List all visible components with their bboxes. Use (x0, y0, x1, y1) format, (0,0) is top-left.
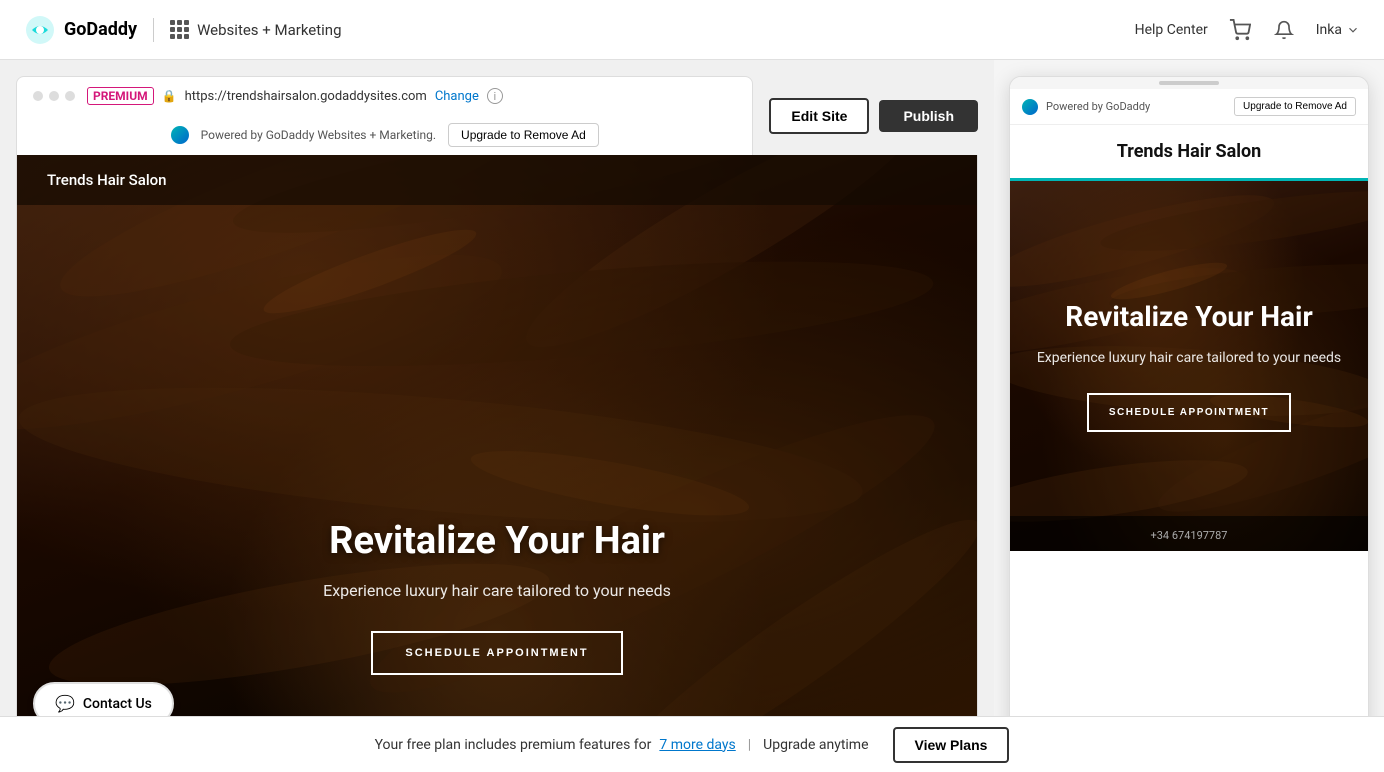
mobile-hero-title: Revitalize Your Hair (1065, 300, 1312, 334)
url-text: https://trendshairsalon.godaddysites.com (185, 89, 427, 104)
website-preview: Trends Hair Salon Revitalize Your Hair E… (16, 155, 978, 756)
mobile-frame: Powered by GoDaddy Upgrade to Remove Ad … (1009, 76, 1369, 756)
mobile-notch (1159, 81, 1219, 85)
info-icon[interactable]: i (487, 88, 503, 104)
logo-text: GoDaddy (64, 19, 137, 40)
edit-site-button[interactable]: Edit Site (769, 98, 869, 134)
premium-badge: PREMIUM (87, 87, 154, 105)
mobile-hero-subtitle: Experience luxury hair care tailored to … (1037, 348, 1341, 369)
browser-dot-yellow (49, 91, 59, 101)
banner-divider: | (748, 737, 751, 753)
godaddy-logo: GoDaddy (24, 14, 137, 46)
grid-icon (170, 20, 189, 39)
mobile-panel: Powered by GoDaddy Upgrade to Remove Ad … (994, 60, 1384, 772)
nav-divider (153, 18, 154, 42)
desktop-ad-bar: Powered by GoDaddy Websites + Marketing.… (16, 115, 753, 155)
user-menu[interactable]: Inka (1316, 22, 1360, 38)
mobile-phone-text: +34 674197787 (1151, 529, 1228, 542)
navbar-left: GoDaddy Websites + Marketing (24, 14, 342, 46)
navbar: GoDaddy Websites + Marketing Help Center (0, 0, 1384, 60)
navbar-right: Help Center Inka (1135, 18, 1360, 42)
mobile-site-header: Trends Hair Salon (1010, 125, 1368, 181)
browser-top-bar: PREMIUM 🔒 https://trendshairsalon.godadd… (16, 76, 753, 115)
site-nav-name: Trends Hair Salon (47, 171, 167, 189)
publish-button[interactable]: Publish (879, 100, 978, 132)
chat-icon: 💬 (55, 694, 75, 713)
app-name-label: Websites + Marketing (197, 21, 341, 39)
browser-dot-green (65, 91, 75, 101)
mobile-schedule-button[interactable]: SCHEDULE APPOINTMENT (1087, 393, 1291, 432)
mobile-upgrade-button[interactable]: Upgrade to Remove Ad (1234, 97, 1356, 116)
hero-content: Revitalize Your Hair Experience luxury h… (17, 519, 977, 675)
godaddy-logo-icon (24, 14, 56, 46)
site-hero: Trends Hair Salon Revitalize Your Hair E… (17, 155, 977, 755)
ad-bar-text: Powered by GoDaddy Websites + Marketing. (201, 128, 436, 142)
mobile-site-title: Trends Hair Salon (1026, 141, 1352, 162)
upgrade-remove-ad-button[interactable]: Upgrade to Remove Ad (448, 123, 599, 147)
chevron-down-icon (1346, 23, 1360, 37)
days-link[interactable]: 7 more days (659, 737, 735, 753)
mobile-ad-text: Powered by GoDaddy (1046, 100, 1150, 113)
browser-panel: PREMIUM 🔒 https://trendshairsalon.godadd… (0, 60, 994, 772)
hero-subtitle: Experience luxury hair care tailored to … (57, 579, 937, 603)
change-link[interactable]: Change (435, 89, 479, 104)
mobile-top-bar (1010, 77, 1368, 89)
site-nav-bar: Trends Hair Salon (17, 155, 977, 205)
mobile-ad-logo (1022, 99, 1038, 115)
browser-dot-red (33, 91, 43, 101)
help-center-link[interactable]: Help Center (1135, 22, 1208, 38)
banner-text: Your free plan includes premium features… (375, 737, 652, 753)
godaddy-ad-logo (171, 126, 189, 144)
browser-dots (33, 91, 75, 101)
hero-title: Revitalize Your Hair (57, 519, 937, 563)
schedule-appointment-button[interactable]: SCHEDULE APPOINTMENT (371, 631, 622, 675)
upgrade-anytime-text: Upgrade anytime (763, 737, 868, 753)
mobile-hero-content: Revitalize Your Hair Experience luxury h… (1010, 181, 1368, 551)
view-plans-button[interactable]: View Plans (893, 727, 1010, 763)
app-title: Websites + Marketing (170, 20, 341, 39)
cart-icon[interactable] (1228, 18, 1252, 42)
lock-icon: 🔒 (162, 89, 177, 103)
bottom-banner: Your free plan includes premium features… (0, 716, 1384, 772)
mobile-phone-bar: +34 674197787 (1010, 516, 1368, 551)
user-name: Inka (1316, 22, 1342, 38)
browser-url-bar: PREMIUM 🔒 https://trendshairsalon.godadd… (87, 87, 736, 105)
bell-icon[interactable] (1272, 18, 1296, 42)
mobile-ad-bar: Powered by GoDaddy Upgrade to Remove Ad (1010, 89, 1368, 125)
main-content: PREMIUM 🔒 https://trendshairsalon.godadd… (0, 60, 1384, 772)
contact-us-label: Contact Us (83, 696, 152, 712)
mobile-hero: Revitalize Your Hair Experience luxury h… (1010, 181, 1368, 551)
